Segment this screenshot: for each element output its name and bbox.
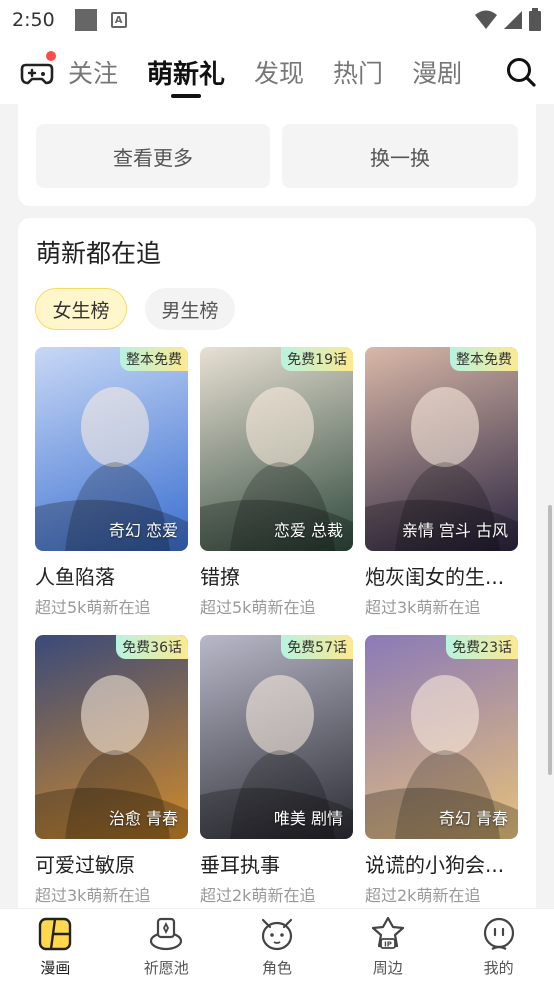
recommendation-card: 查看更多 换一换 <box>18 104 536 206</box>
bottom-nav: 漫画 祈愿池 角色 IP 周边 我的 <box>0 908 554 985</box>
reader-count: 超过5k萌新在追 <box>200 598 316 617</box>
book-cover[interactable]: 免费36话治愈 青春 <box>35 635 188 839</box>
character-icon <box>261 918 293 951</box>
comic-icon <box>39 917 72 951</box>
genre-tags: 治愈 青春 <box>108 809 178 828</box>
nav-tabs: 关注 萌新礼 发现 热门 漫剧 <box>68 40 504 104</box>
book-cover[interactable]: 免费19话恋爱 总裁 <box>200 347 353 551</box>
bottom-nav-wish-pool[interactable]: 祈愿池 <box>111 909 222 985</box>
book-cover[interactable]: 免费23话奇幻 青春 <box>365 635 518 839</box>
newbie-trending-section: 萌新都在追 女生榜 男生榜 整本免费 奇幻 恋爱 人鱼陷落 超过5k萌新在追 免费19话… <box>18 218 536 938</box>
swap-button[interactable]: 换一换 <box>282 124 518 188</box>
status-bar: 2:50 A <box>0 0 554 40</box>
reader-count: 超过3k萌新在追 <box>365 598 481 617</box>
bottom-nav-label: 周边 <box>372 959 403 977</box>
book-title[interactable]: 人鱼陷落 <box>35 561 188 590</box>
wish-pool-icon <box>150 917 183 951</box>
filter-male-ranking[interactable]: 男生榜 <box>145 288 235 330</box>
book-title[interactable]: 可爱过敏原 <box>35 849 188 878</box>
free-badge: 免费19话 <box>281 347 353 371</box>
notification-square-icon <box>74 9 97 31</box>
book-title[interactable]: 错撩 <box>200 561 353 590</box>
bottom-nav-profile[interactable]: 我的 <box>443 909 554 985</box>
tab-follow[interactable]: 关注 <box>68 40 118 104</box>
search-icon[interactable] <box>504 55 538 89</box>
genre-tags: 恋爱 总裁 <box>273 521 343 540</box>
svg-text:IP: IP <box>384 941 392 949</box>
book-cover[interactable]: 整本免费奇幻 恋爱 <box>35 347 188 551</box>
bottom-nav-label: 角色 <box>261 959 292 977</box>
merch-icon: IP <box>371 916 404 949</box>
bottom-nav-comic[interactable]: 漫画 <box>0 909 111 985</box>
section-title: 萌新都在追 <box>36 239 162 268</box>
notification-dot <box>46 51 56 61</box>
app-notification-icon: A <box>110 12 127 28</box>
reader-count: 超过5k萌新在追 <box>35 598 151 617</box>
free-badge: 免费23话 <box>446 635 518 659</box>
tab-popular[interactable]: 热门 <box>333 40 383 104</box>
book-cover[interactable]: 免费57话唯美 剧情 <box>200 635 353 839</box>
top-nav: 关注 萌新礼 发现 热门 漫剧 <box>0 40 554 104</box>
free-badge: 整本免费 <box>450 347 518 371</box>
book-cover[interactable]: 整本免费亲情 宫斗 古风 <box>365 347 518 551</box>
reader-count: 超过2k萌新在追 <box>365 886 481 905</box>
book-item[interactable]: 免费19话恋爱 总裁错撩超过5k萌新在追 <box>200 347 353 618</box>
status-time: 2:50 <box>12 9 55 31</box>
free-badge: 整本免费 <box>120 347 188 371</box>
profile-icon <box>483 917 514 950</box>
genre-tags: 奇幻 青春 <box>438 809 508 828</box>
scrollbar[interactable] <box>548 505 552 775</box>
book-item[interactable]: 免费57话唯美 剧情垂耳执事超过2k萌新在追 <box>200 635 353 906</box>
genre-tags: 唯美 剧情 <box>273 809 343 828</box>
book-title[interactable]: 说谎的小狗会... <box>365 849 518 878</box>
book-title[interactable]: 垂耳执事 <box>200 849 353 878</box>
free-badge: 免费36话 <box>116 635 188 659</box>
reader-count: 超过3k萌新在追 <box>35 886 151 905</box>
book-item[interactable]: 整本免费亲情 宫斗 古风炮灰闺女的生... 超过3k萌新在追 <box>365 347 518 618</box>
book-title[interactable]: 炮灰闺女的生... <box>365 561 518 590</box>
book-item[interactable]: 免费36话治愈 青春可爱过敏原超过3k萌新在追 <box>35 635 188 906</box>
bottom-nav-label: 漫画 <box>40 959 71 977</box>
tab-comic-drama[interactable]: 漫剧 <box>412 40 462 104</box>
genre-tags: 亲情 宫斗 古风 <box>401 521 508 540</box>
bottom-nav-label: 我的 <box>483 959 514 977</box>
book-item[interactable]: 免费23话奇幻 青春说谎的小狗会... 超过2k萌新在追 <box>365 635 518 906</box>
reader-count: 超过2k萌新在追 <box>200 886 316 905</box>
bottom-nav-merch[interactable]: IP 周边 <box>332 909 443 985</box>
tab-newbie-gift[interactable]: 萌新礼 <box>147 40 225 104</box>
bottom-nav-label: 祈愿池 <box>143 959 189 977</box>
status-indicators <box>474 8 542 32</box>
genre-tags: 奇幻 恋爱 <box>108 521 178 540</box>
free-badge: 免费57话 <box>281 635 353 659</box>
wifi-icon <box>475 10 497 29</box>
filter-female-ranking[interactable]: 女生榜 <box>35 288 127 330</box>
tab-discover[interactable]: 发现 <box>254 40 304 104</box>
bottom-nav-character[interactable]: 角色 <box>222 909 333 985</box>
gamepad-icon[interactable] <box>20 51 56 89</box>
battery-icon <box>529 8 541 31</box>
book-item[interactable]: 整本免费奇幻 恋爱人鱼陷落超过5k萌新在追 <box>35 347 188 618</box>
view-more-button[interactable]: 查看更多 <box>36 124 270 188</box>
signal-icon <box>504 11 522 29</box>
